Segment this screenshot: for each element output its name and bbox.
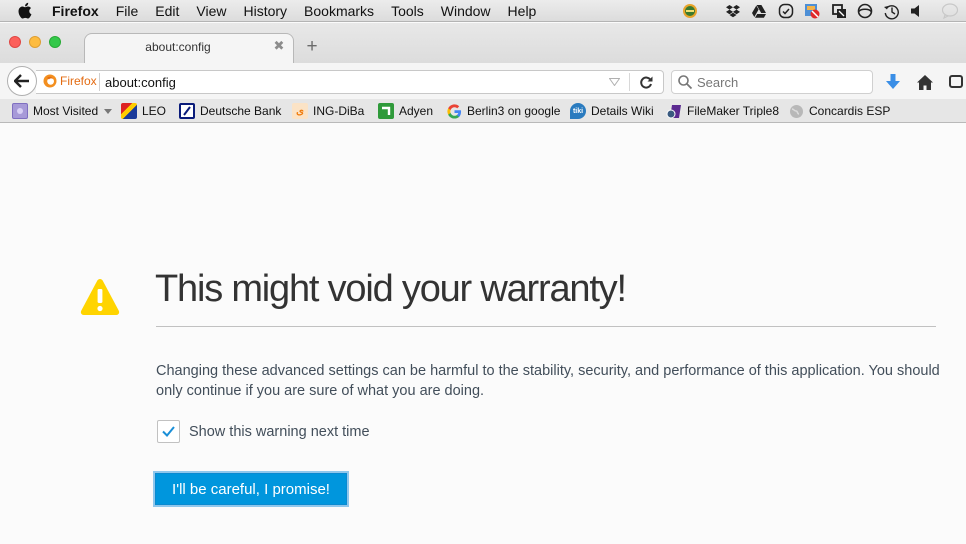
bookmark-berlin3-google[interactable]: Berlin3 on google xyxy=(446,102,560,120)
adyen-icon xyxy=(378,103,394,119)
bookmark-label: Details Wiki xyxy=(591,104,654,118)
bookmark-label: Most Visited xyxy=(33,104,99,118)
time-machine-icon[interactable] xyxy=(882,0,900,22)
bookmark-details-wiki[interactable]: tiki Details Wiki xyxy=(570,102,654,120)
show-warning-checkbox-row[interactable]: Show this warning next time xyxy=(157,420,370,443)
new-tab-button[interactable]: + xyxy=(304,37,320,57)
window-zoom-button[interactable] xyxy=(49,36,61,48)
deutsche-bank-icon xyxy=(179,103,195,119)
menu-history[interactable]: History xyxy=(243,3,287,19)
url-input[interactable]: about:config xyxy=(105,75,176,90)
promise-button[interactable]: I'll be careful, I promise! xyxy=(153,471,349,507)
back-arrow-icon xyxy=(14,74,29,88)
window-close-button[interactable] xyxy=(9,36,21,48)
window-minimize-button[interactable] xyxy=(29,36,41,48)
menu-firefox[interactable]: Firefox xyxy=(52,3,99,19)
google-icon xyxy=(446,103,462,119)
leo-icon xyxy=(121,103,137,119)
home-button[interactable] xyxy=(915,72,935,92)
firefox-window: Firefox File Edit View History Bookmarks… xyxy=(0,0,966,544)
warning-description: Changing these advanced settings can be … xyxy=(156,363,940,399)
bookmark-ing-diba[interactable]: ﻯ ING-DiBa xyxy=(292,102,364,120)
blocked-app-icon[interactable] xyxy=(803,0,821,22)
dropbox-icon[interactable] xyxy=(724,0,742,22)
ing-lion-icon: ﻯ xyxy=(292,103,308,119)
bookmark-label: ING-DiBa xyxy=(313,104,365,118)
download-arrow-icon xyxy=(886,74,900,89)
menu-view[interactable]: View xyxy=(196,3,226,19)
page-title: This might void your warranty! xyxy=(155,268,627,310)
chat-bubble-icon[interactable] xyxy=(940,0,960,22)
bookmark-label: Concardis ESP xyxy=(809,104,891,118)
filemaker-icon xyxy=(666,103,682,119)
apple-menu-icon[interactable] xyxy=(17,2,35,19)
back-button[interactable] xyxy=(7,66,37,96)
url-separator xyxy=(629,73,630,91)
volume-icon[interactable] xyxy=(908,0,924,22)
menu-help[interactable]: Help xyxy=(508,3,537,19)
overflow-window-button[interactable] xyxy=(946,72,966,92)
downloads-button[interactable] xyxy=(883,72,903,92)
bookmark-filemaker[interactable]: FileMaker Triple8 xyxy=(666,102,779,120)
identity-label: Firefox xyxy=(60,74,97,88)
menu-tools[interactable]: Tools xyxy=(391,3,424,19)
checkmark-icon xyxy=(162,426,175,437)
bookmark-concardis[interactable]: Concardis ESP xyxy=(788,102,890,120)
bookmark-adyen[interactable]: Adyen xyxy=(378,102,433,120)
app-badge-icon[interactable] xyxy=(680,0,700,22)
tab-close-icon[interactable]: ✖ xyxy=(272,38,286,54)
identity-separator xyxy=(99,73,100,91)
globe-icon xyxy=(788,103,804,119)
page-content xyxy=(0,124,966,544)
macos-menu-bar: Firefox File Edit View History Bookmarks… xyxy=(0,0,966,22)
firefox-logo-icon xyxy=(43,74,57,88)
sync-status-icon[interactable] xyxy=(856,0,874,22)
search-icon xyxy=(677,74,693,90)
menu-window[interactable]: Window xyxy=(441,3,491,19)
bookmark-deutsche-bank[interactable]: Deutsche Bank xyxy=(179,102,281,120)
home-icon xyxy=(917,74,933,90)
show-warning-checkbox[interactable] xyxy=(157,420,180,443)
tab-title: about:config xyxy=(145,40,211,54)
bookmark-most-visited[interactable]: Most Visited xyxy=(12,102,113,120)
google-drive-icon[interactable] xyxy=(750,0,768,22)
bookmark-label: Adyen xyxy=(399,104,434,118)
site-identity[interactable]: Firefox xyxy=(43,74,97,88)
menu-edit[interactable]: Edit xyxy=(155,3,179,19)
title-divider xyxy=(156,326,936,327)
bookmark-leo[interactable]: LEO xyxy=(121,102,166,120)
menu-bookmarks[interactable]: Bookmarks xyxy=(304,3,374,19)
chevron-down-icon xyxy=(104,108,113,114)
bookmark-label: Deutsche Bank xyxy=(200,104,282,118)
window-icon xyxy=(949,75,963,88)
history-dropdown-icon[interactable] xyxy=(608,76,620,88)
window-overlap-icon[interactable] xyxy=(830,0,848,22)
bookmark-label: Berlin3 on google xyxy=(467,104,561,118)
folder-icon xyxy=(12,103,28,119)
tiki-icon: tiki xyxy=(570,103,586,119)
warning-icon xyxy=(80,279,120,315)
bookmark-label: FileMaker Triple8 xyxy=(687,104,780,118)
search-input[interactable]: Search xyxy=(697,75,738,90)
reload-icon[interactable] xyxy=(638,74,654,90)
checklist-icon[interactable] xyxy=(777,0,795,22)
menu-file[interactable]: File xyxy=(116,3,139,19)
show-warning-label: Show this warning next time xyxy=(189,423,370,440)
bookmark-label: LEO xyxy=(142,104,167,118)
